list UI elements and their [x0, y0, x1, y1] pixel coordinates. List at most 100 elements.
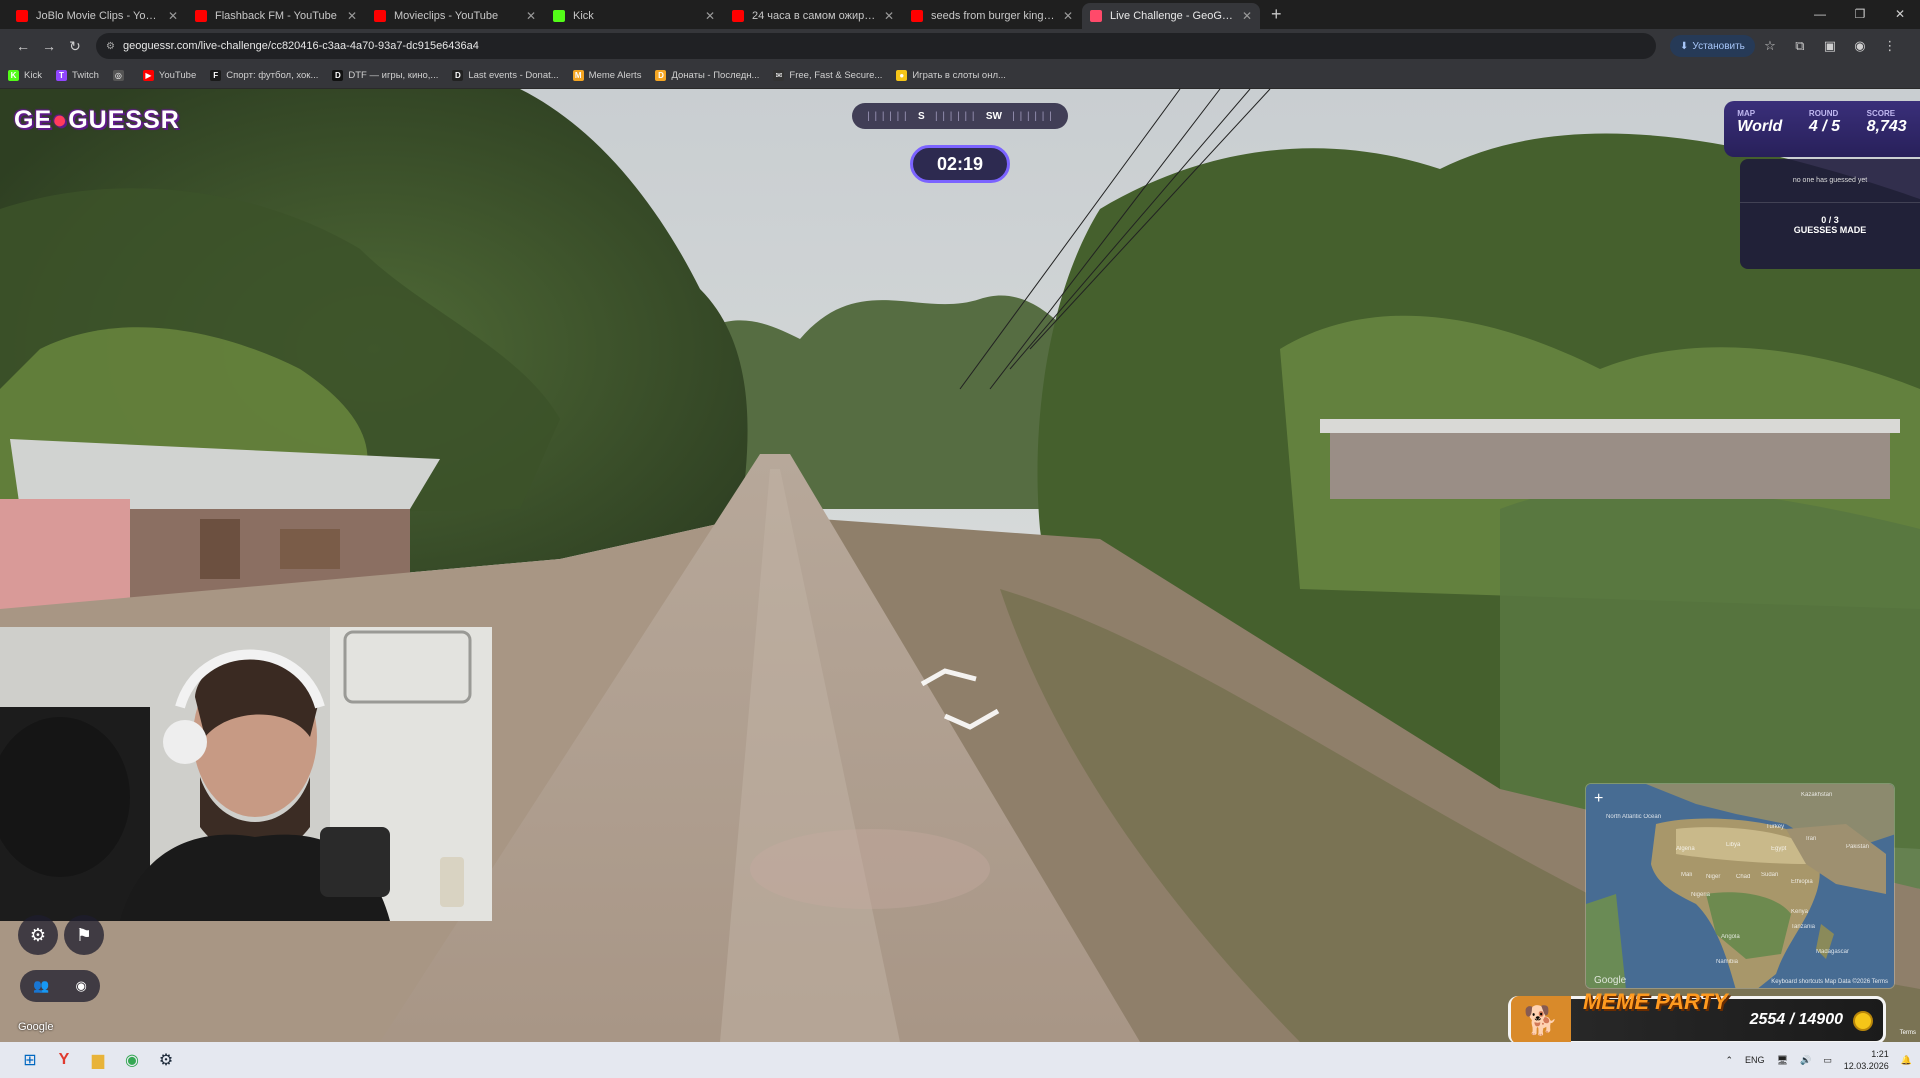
- bookmark-item[interactable]: D DTF — игры, кино,...: [332, 70, 438, 81]
- reload-icon[interactable]: ↻: [62, 38, 88, 55]
- no-guess-text: no one has guessed yet: [1792, 177, 1868, 184]
- tab-close-icon[interactable]: ✕: [705, 9, 715, 23]
- bookmark-item[interactable]: ✉ Free, Fast & Secure...: [773, 70, 882, 81]
- country-label: Libya: [1726, 842, 1741, 848]
- battery-icon[interactable]: ▭: [1823, 1055, 1832, 1066]
- back-arrow-icon[interactable]: ←: [10, 38, 36, 54]
- bookmark-item[interactable]: ◎: [112, 70, 129, 81]
- browser-tab-1[interactable]: Flashback FM - YouTube ✕: [187, 3, 365, 29]
- bookmark-item[interactable]: K Kick: [8, 70, 42, 81]
- bookmark-item[interactable]: ▶ YouTube: [142, 70, 196, 81]
- browser-tab-0[interactable]: JoBlo Movie Clips - YouTube ✕: [8, 3, 186, 29]
- chrome-icon[interactable]: ◉: [116, 1046, 148, 1074]
- tab-close-icon[interactable]: ✕: [168, 9, 178, 23]
- yandex-browser-icon[interactable]: Y: [48, 1046, 80, 1074]
- windows-start-icon[interactable]: ⊞: [14, 1046, 46, 1074]
- bookmark-item[interactable]: D Last events - Donat...: [452, 70, 559, 81]
- bookmark-item[interactable]: D Донаты - Последн...: [655, 70, 759, 81]
- restore-icon[interactable]: ❐: [1840, 0, 1880, 29]
- bookmark-star-icon[interactable]: ☆: [1755, 38, 1785, 54]
- site-settings-icon[interactable]: ⚙: [106, 41, 115, 52]
- clock-date: 12.03.2026: [1843, 1061, 1889, 1071]
- minimize-icon[interactable]: —: [1800, 0, 1840, 29]
- minimap-footer[interactable]: Keyboard shortcuts Map Data ©2026 Terms: [1771, 979, 1888, 985]
- guess-minimap[interactable]: + Google Keyboard shortcuts Map Data ©20…: [1585, 783, 1895, 989]
- forward-arrow-icon[interactable]: →: [36, 38, 62, 54]
- tab-close-icon[interactable]: ✕: [526, 9, 536, 23]
- tab-title: JoBlo Movie Clips - YouTube: [36, 10, 162, 22]
- score-label: SCORE: [1866, 109, 1896, 118]
- extensions-icon[interactable]: ⧉: [1785, 38, 1815, 54]
- browser-tab-5[interactable]: seeds from burger king - YouTube ✕: [903, 3, 1081, 29]
- bookmark-favicon-icon: D: [452, 70, 464, 81]
- steam-icon[interactable]: ⚙: [150, 1046, 182, 1074]
- compass-strip: | | | | | | S | | | | | | SW | | | | | |: [852, 103, 1068, 129]
- menu-kebab-icon[interactable]: ⋮: [1875, 38, 1905, 54]
- terms-link[interactable]: Terms: [1900, 1030, 1916, 1036]
- guesses-panel: no one has guessed yet 0 / 3 GUESSES MAD…: [1740, 159, 1920, 269]
- youtube-favicon-icon: [195, 10, 207, 22]
- bookmark-label: Kick: [24, 70, 42, 81]
- round-stat: ROUND 4 / 5: [1809, 109, 1840, 157]
- tab-close-icon[interactable]: ✕: [347, 9, 357, 23]
- compass-southwest: SW: [985, 110, 1002, 122]
- file-explorer-icon[interactable]: ▆: [82, 1046, 114, 1074]
- country-label: Ethiopia: [1791, 879, 1813, 885]
- country-label: Algeria: [1676, 846, 1695, 852]
- notification-icon[interactable]: 🔔: [1901, 1055, 1912, 1066]
- url-input[interactable]: ⚙ geoguessr.com/live-challenge/cc820416-…: [96, 33, 1656, 59]
- bookmark-favicon-icon: ●: [896, 70, 908, 81]
- tab-title: Kick: [573, 10, 594, 22]
- bookmark-label: Free, Fast & Secure...: [789, 70, 883, 81]
- country-label: North Atlantic Ocean: [1606, 814, 1662, 820]
- browser-tab-3[interactable]: Kick ✕: [545, 3, 723, 29]
- bookmark-item[interactable]: ● Играть в слоты онл...: [896, 70, 1006, 81]
- tab-close-icon[interactable]: ✕: [1242, 9, 1252, 23]
- country-label: Nigeria: [1691, 892, 1711, 898]
- bookmark-label: DTF — игры, кино,...: [348, 70, 439, 81]
- players-pill[interactable]: 👥 ◉: [20, 970, 100, 1002]
- settings-gear-icon[interactable]: ⚙: [18, 915, 58, 955]
- meme-party-title: MEME PARTY: [1583, 989, 1728, 1014]
- install-app-button[interactable]: ⬇ Установить: [1670, 35, 1755, 57]
- country-label: Madagascar: [1816, 949, 1850, 955]
- bookmark-item[interactable]: T Twitch: [55, 70, 99, 81]
- install-icon: ⬇: [1680, 40, 1689, 52]
- clock-time: 1:21: [1871, 1049, 1889, 1059]
- side-panel-icon[interactable]: ▣: [1815, 38, 1845, 54]
- street-view-panorama[interactable]: GE●GUESSR | | | | | | S | | | | | | SW |…: [0, 89, 1920, 1042]
- profile-icon[interactable]: ◉: [1845, 38, 1875, 54]
- google-watermark: Google: [18, 1021, 54, 1033]
- country-label: Namibia: [1716, 959, 1739, 965]
- tab-close-icon[interactable]: ✕: [884, 9, 894, 23]
- country-label: Kenya: [1791, 909, 1809, 915]
- doge-icon: 🐕: [1511, 996, 1571, 1042]
- meme-party-widget: 🐕 MEME PARTY 2554 / 14900: [1508, 989, 1886, 1042]
- address-toolbar: ← → ↻ ⚙ geoguessr.com/live-challenge/cc8…: [0, 29, 1920, 63]
- network-icon[interactable]: 🖥: [1777, 1055, 1788, 1066]
- zoom-in-icon[interactable]: +: [1594, 790, 1603, 808]
- map-value: World: [1737, 118, 1783, 135]
- taskbar-clock[interactable]: 1:21 12.03.2026: [1844, 1048, 1889, 1072]
- close-window-icon[interactable]: ✕: [1880, 0, 1920, 29]
- bookmark-item[interactable]: M Meme Alerts: [572, 70, 642, 81]
- tray-chevron-icon[interactable]: ⌃: [1726, 1055, 1734, 1066]
- round-label: ROUND: [1808, 109, 1839, 118]
- flag-icon[interactable]: ⚑: [64, 915, 104, 955]
- window-controls: — ❐ ✕: [1800, 0, 1920, 29]
- bookmark-item[interactable]: F Спорт: футбол, хок...: [210, 70, 318, 81]
- tray-language[interactable]: ENG: [1745, 1055, 1765, 1065]
- bookmark-favicon-icon: T: [55, 70, 67, 81]
- streamer-webcam-image: [0, 627, 492, 921]
- coin-icon: [1853, 1011, 1873, 1031]
- browser-tab-6-active[interactable]: Live Challenge - GeoGuessr ✕: [1082, 3, 1260, 29]
- tab-close-icon[interactable]: ✕: [1063, 9, 1073, 23]
- browser-tab-2[interactable]: Movieclips - YouTube ✕: [366, 3, 544, 29]
- bookmark-favicon-icon: ◎: [112, 70, 124, 81]
- new-tab-icon[interactable]: +: [1271, 4, 1282, 25]
- install-label: Установить: [1692, 40, 1745, 52]
- browser-tab-4[interactable]: 24 часа в самом ожиревшем ✕: [724, 3, 902, 29]
- volume-icon[interactable]: 🔊: [1800, 1055, 1811, 1066]
- bookmark-label: Meme Alerts: [588, 70, 642, 81]
- youtube-favicon-icon: [732, 10, 744, 22]
